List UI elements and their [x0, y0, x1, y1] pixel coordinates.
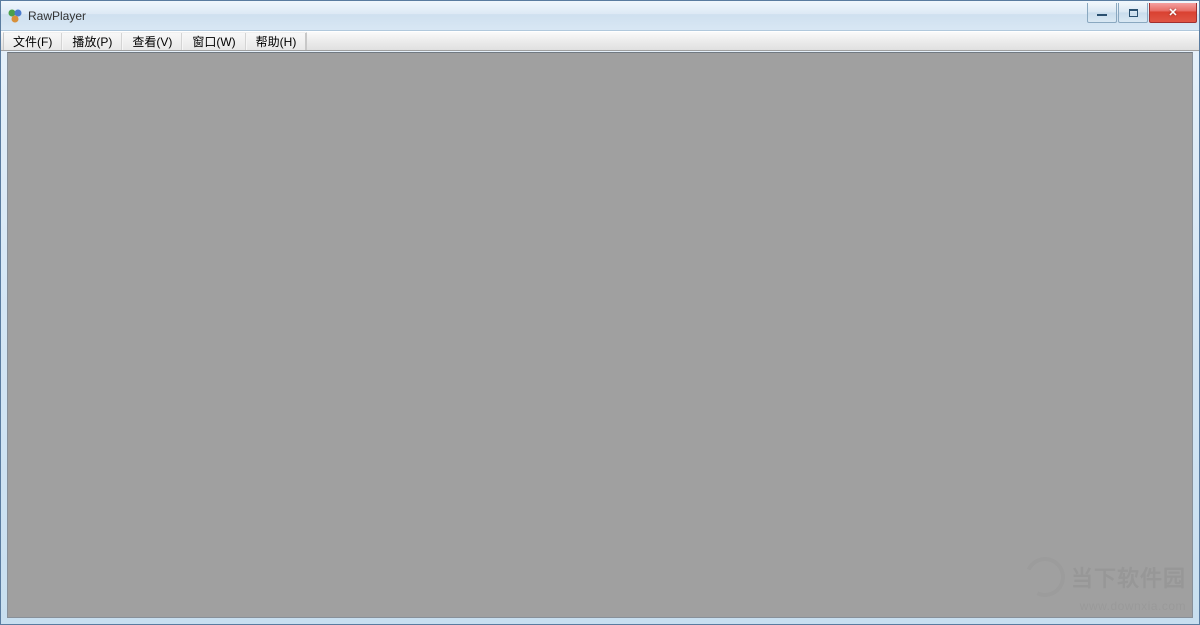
window-title: RawPlayer — [28, 9, 1087, 23]
maximize-icon — [1129, 9, 1138, 17]
menu-view-label: 查看(V) — [132, 33, 172, 50]
application-window: RawPlayer ✕ 文件(F) 播放(P) 查看(V) — [0, 0, 1200, 625]
minimize-button[interactable] — [1087, 3, 1117, 23]
menu-window[interactable]: 窗口(W) — [182, 33, 245, 50]
close-icon: ✕ — [1168, 6, 1177, 19]
window-controls: ✕ — [1087, 3, 1197, 23]
maximize-button[interactable] — [1118, 3, 1148, 23]
menubar: 文件(F) 播放(P) 查看(V) 窗口(W) 帮助(H) — [1, 31, 1199, 51]
menubar-inner: 文件(F) 播放(P) 查看(V) 窗口(W) 帮助(H) — [3, 32, 307, 50]
menu-play[interactable]: 播放(P) — [62, 33, 122, 50]
minimize-icon — [1097, 14, 1107, 16]
menu-file-label: 文件(F) — [13, 33, 52, 50]
close-button[interactable]: ✕ — [1149, 3, 1197, 23]
menu-help[interactable]: 帮助(H) — [246, 33, 307, 50]
menu-help-label: 帮助(H) — [256, 33, 297, 50]
menu-window-label: 窗口(W) — [192, 33, 235, 50]
menu-view[interactable]: 查看(V) — [122, 33, 182, 50]
app-icon — [7, 8, 23, 24]
menu-file[interactable]: 文件(F) — [4, 33, 62, 50]
menu-play-label: 播放(P) — [72, 33, 112, 50]
titlebar[interactable]: RawPlayer ✕ — [1, 1, 1199, 31]
content-area — [7, 52, 1193, 618]
